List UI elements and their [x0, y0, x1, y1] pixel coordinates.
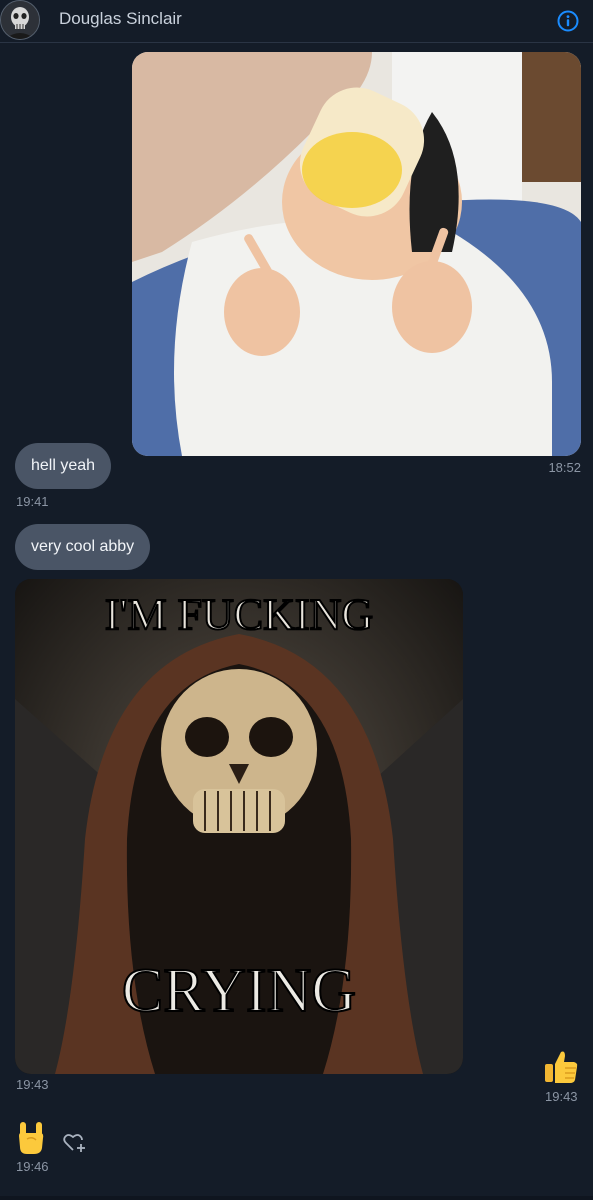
thumbs-up-icon	[545, 1051, 578, 1083]
thumbs-up-message[interactable]	[543, 1048, 579, 1086]
message-bubble[interactable]: hell yeah	[15, 443, 112, 489]
conversation-header: Douglas Sinclair	[0, 0, 593, 43]
bottom-edge	[0, 1196, 593, 1200]
meme-image-message[interactable]: I'M FUCKING CRYING	[15, 579, 463, 1074]
message-timestamp: 18:52	[548, 460, 581, 475]
skull-avatar-icon	[1, 1, 39, 39]
reaper-meme-image: I'M FUCKING CRYING	[15, 579, 463, 1074]
baby-photo-message[interactable]	[132, 52, 581, 456]
add-reaction-heart-icon[interactable]	[63, 1132, 87, 1154]
info-circle-icon[interactable]	[557, 10, 579, 32]
rock-on-message[interactable]	[16, 1120, 46, 1156]
message-timestamp: 19:43	[16, 1077, 49, 1092]
contact-avatar[interactable]	[0, 0, 40, 40]
baby-photo-image	[132, 52, 581, 456]
meme-top-caption: I'M FUCKING	[105, 590, 373, 639]
rock-on-hand-icon	[19, 1122, 44, 1154]
message-bubble[interactable]: very cool abby	[15, 524, 151, 570]
meme-bottom-caption: CRYING	[122, 957, 356, 1025]
message-timestamp: 19:46	[16, 1159, 49, 1174]
contact-name[interactable]: Douglas Sinclair	[59, 9, 182, 29]
message-timestamp: 19:41	[16, 494, 49, 509]
message-timestamp: 19:43	[545, 1089, 578, 1104]
